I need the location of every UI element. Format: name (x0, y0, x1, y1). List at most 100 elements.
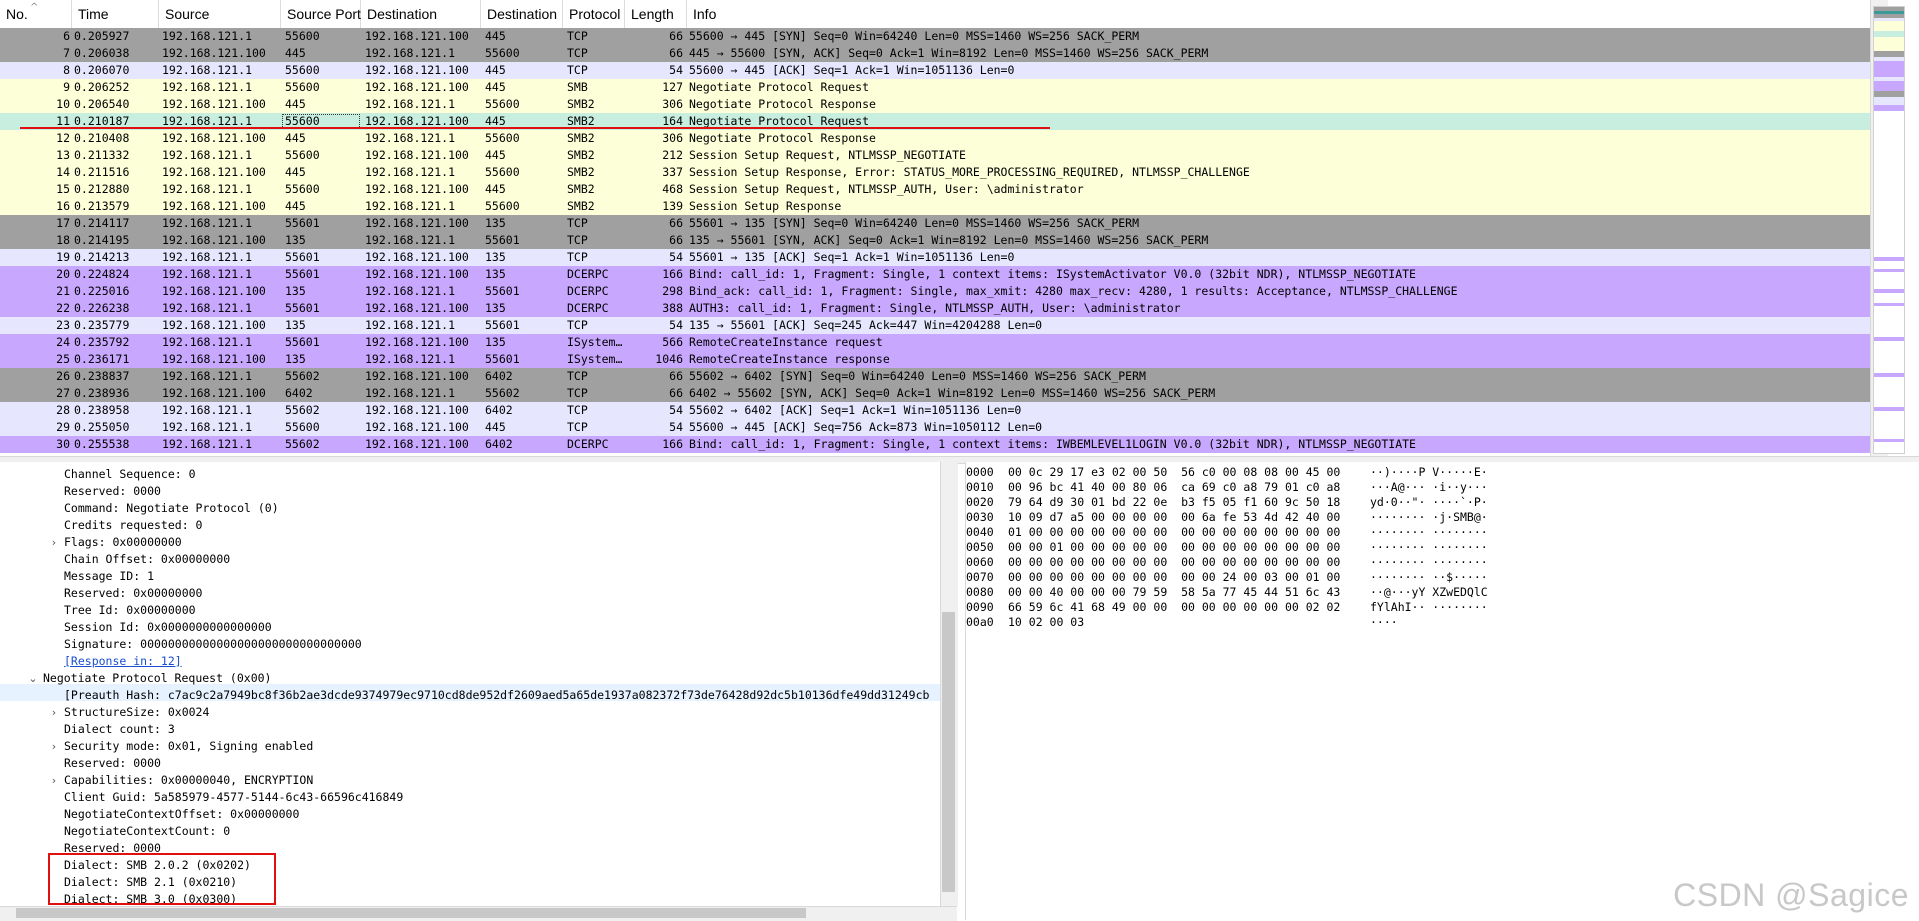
column-header-destination[interactable]: Destination (361, 0, 481, 28)
detail-line[interactable]: Channel Sequence: 0 (64, 466, 196, 483)
row-source-port: 55602 (285, 369, 320, 383)
packet-row[interactable]: 9 0.206252 192.168.121.1 55600 192.168.121.1… (0, 79, 1870, 96)
row-length: 166 (662, 267, 683, 281)
detail-line[interactable]: Chain Offset: 0x00000000 (64, 551, 230, 568)
packet-row[interactable]: 13 0.211332 192.168.121.1 55600 192.168.121.… (0, 147, 1870, 164)
row-info: 55600 → 445 [SYN] Seq=0 Win=64240 Len=0 … (689, 29, 1140, 43)
packet-row[interactable]: 16 0.213579 192.168.121.100 445 192.168.121.… (0, 198, 1870, 215)
packet-minimap[interactable] (1873, 6, 1905, 454)
packet-bytes-pane[interactable]: 0000 00 0c 29 17 e3 02 00 50 56 c0 00 08 … (965, 462, 1919, 920)
detail-line[interactable]: Flags: 0x00000000 (64, 534, 182, 551)
detail-line[interactable]: NegotiateContextCount: 0 (64, 823, 230, 840)
minimap-stripe (1874, 37, 1904, 51)
details-vertical-scroll-thumb[interactable] (942, 612, 955, 892)
row-destination: 192.168.121.1 (365, 97, 456, 111)
row-source: 192.168.121.1 (162, 63, 253, 77)
column-header-destination-port[interactable]: Destination (481, 0, 563, 28)
packet-row[interactable]: 21 0.225016 192.168.121.100 135 192.168.121.… (0, 283, 1870, 300)
column-header-length[interactable]: Length (625, 0, 687, 28)
minimap-stripe (1874, 289, 1904, 293)
detail-line[interactable]: Client Guid: 5a585979-4577-5144-6c43-665… (64, 789, 403, 806)
detail-line[interactable]: NegotiateContextOffset: 0x00000000 (64, 806, 299, 823)
detail-line[interactable]: Negotiate Protocol Request (0x00) (43, 670, 271, 687)
row-length: 388 (662, 301, 683, 315)
detail-line[interactable]: Dialect count: 3 (64, 721, 175, 738)
packet-row[interactable]: 7 0.206038 192.168.121.100 445 192.168.121.1… (0, 45, 1870, 62)
row-protocol: SMB2 (567, 131, 595, 145)
expand-down-icon[interactable]: ⌄ (27, 670, 39, 687)
packet-list-pane[interactable]: No. Time Source Source Port Destination … (0, 0, 1870, 457)
row-protocol: SMB2 (567, 182, 595, 196)
detail-line[interactable]: Command: Negotiate Protocol (0) (64, 500, 279, 517)
detail-line[interactable]: Reserved: 0x00000000 (64, 585, 202, 602)
row-source-port: 135 (285, 318, 306, 332)
row-time: 0.236171 (74, 352, 130, 366)
row-no: 16 (56, 199, 70, 213)
row-source: 192.168.121.1 (162, 437, 253, 451)
detail-line[interactable]: Signature: 00000000000000000000000000000… (64, 636, 362, 653)
packet-row[interactable]: 28 0.238958 192.168.121.1 55602 192.168.121.… (0, 402, 1870, 419)
packet-row[interactable]: 22 0.226238 192.168.121.1 55601 192.168.121.… (0, 300, 1870, 317)
row-source-port: 55601 (285, 267, 320, 281)
packet-row[interactable]: 24 0.235792 192.168.121.1 55601 192.168.121.… (0, 334, 1870, 351)
row-time: 0.214195 (74, 233, 130, 247)
detail-line[interactable]: Security mode: 0x01, Signing enabled (64, 738, 313, 755)
packet-row[interactable]: 30 0.255538 192.168.121.1 55602 192.168.121.… (0, 436, 1870, 453)
detail-line[interactable]: Capabilities: 0x00000040, ENCRYPTION (64, 772, 313, 789)
row-protocol: SMB2 (567, 199, 595, 213)
packet-row[interactable]: 6 0.205927 192.168.121.1 55600 192.168.121.1… (0, 28, 1870, 45)
column-header-info[interactable]: Info (687, 0, 1870, 28)
packet-row[interactable]: 15 0.212880 192.168.121.1 55600 192.168.121.… (0, 181, 1870, 198)
row-destination: 192.168.121.100 (365, 80, 469, 94)
packet-row[interactable]: 17 0.214117 192.168.121.1 55601 192.168.121.… (0, 215, 1870, 232)
detail-line[interactable]: Credits requested: 0 (64, 517, 202, 534)
row-info: 55602 → 6402 [ACK] Seq=1 Ack=1 Win=10511… (689, 403, 1022, 417)
detail-line[interactable]: Session Id: 0x0000000000000000 (64, 619, 272, 636)
expand-right-icon[interactable]: › (48, 704, 60, 721)
row-time: 0.214117 (74, 216, 130, 230)
response-link[interactable]: [Response in: 12] (64, 653, 182, 670)
expand-right-icon[interactable]: › (48, 738, 60, 755)
row-source-port: 55600 (285, 29, 320, 43)
row-source-port: 55601 (285, 250, 320, 264)
row-no: 6 (63, 29, 70, 43)
row-source: 192.168.121.100 (162, 352, 266, 366)
packet-row[interactable]: 10 0.206540 192.168.121.100 445 192.168.121.… (0, 96, 1870, 113)
row-no: 29 (56, 420, 70, 434)
detail-line[interactable]: Reserved: 0000 (64, 483, 161, 500)
row-source-port: 135 (285, 284, 306, 298)
row-protocol: TCP (567, 369, 588, 383)
detail-line[interactable]: [Preauth Hash: c7ac9c2a7949bc8f36b2ae3dc… (64, 687, 929, 704)
packet-row[interactable]: 8 0.206070 192.168.121.1 55600 192.168.121.1… (0, 62, 1870, 79)
packet-row[interactable]: 26 0.238837 192.168.121.1 55602 192.168.121.… (0, 368, 1870, 385)
row-source: 192.168.121.1 (162, 369, 253, 383)
column-header-source-port[interactable]: Source Port (281, 0, 361, 28)
row-info: Bind: call_id: 1, Fragment: Single, 1 co… (689, 267, 1416, 281)
details-horizontal-scroll-thumb[interactable] (16, 908, 806, 918)
packet-row[interactable]: 19 0.214213 192.168.121.1 55601 192.168.121.… (0, 249, 1870, 266)
column-header-source[interactable]: Source (159, 0, 281, 28)
packet-row[interactable]: 20 0.224824 192.168.121.1 55601 192.168.121.… (0, 266, 1870, 283)
expand-right-icon[interactable]: › (48, 534, 60, 551)
row-no: 22 (56, 301, 70, 315)
packet-row[interactable]: 14 0.211516 192.168.121.100 445 192.168.121.… (0, 164, 1870, 181)
detail-line[interactable]: Reserved: 0000 (64, 755, 161, 772)
packet-row[interactable]: 29 0.255050 192.168.121.1 55600 192.168.121.… (0, 419, 1870, 436)
row-time: 0.238958 (74, 403, 130, 417)
row-time: 0.211332 (74, 148, 130, 162)
packet-row[interactable]: 25 0.236171 192.168.121.100 135 192.168.121.… (0, 351, 1870, 368)
packet-row[interactable]: 18 0.214195 192.168.121.100 135 192.168.121.… (0, 232, 1870, 249)
detail-line[interactable]: Tree Id: 0x00000000 (64, 602, 196, 619)
packet-row[interactable]: 27 0.238936 192.168.121.100 6402 192.168.121… (0, 385, 1870, 402)
packet-details-pane[interactable]: Channel Sequence: 0 Reserved: 0000 Command… (0, 462, 940, 920)
packet-row[interactable]: 12 0.210408 192.168.121.100 445 192.168.121.… (0, 130, 1870, 147)
detail-line[interactable]: StructureSize: 0x0024 (64, 704, 209, 721)
column-header-protocol[interactable]: Protocol (563, 0, 625, 28)
row-source: 192.168.121.1 (162, 182, 253, 196)
expand-right-icon[interactable]: › (48, 772, 60, 789)
column-header-time[interactable]: Time (72, 0, 159, 28)
row-destination: 192.168.121.1 (365, 318, 456, 332)
detail-line[interactable]: Message ID: 1 (64, 568, 154, 585)
packet-row[interactable]: 23 0.235779 192.168.121.100 135 192.168.121.… (0, 317, 1870, 334)
row-no: 8 (63, 63, 70, 77)
